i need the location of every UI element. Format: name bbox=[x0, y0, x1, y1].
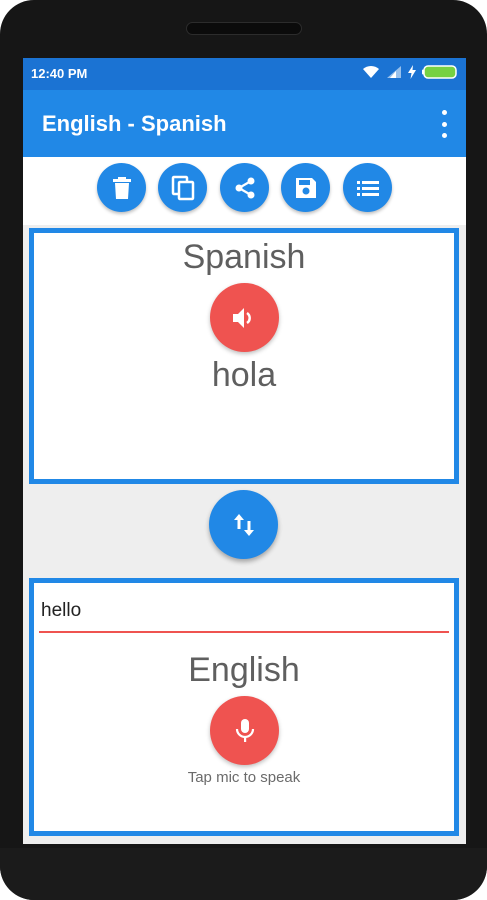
input-card: English Tap mic to speak bbox=[29, 578, 459, 836]
phone-bottom-bezel bbox=[0, 848, 487, 900]
list-icon bbox=[356, 180, 379, 196]
swap-vertical-icon bbox=[233, 513, 254, 536]
save-icon bbox=[295, 177, 316, 198]
list-button[interactable] bbox=[343, 163, 392, 212]
output-card: Spanish hola bbox=[29, 228, 459, 484]
share-button[interactable] bbox=[220, 163, 269, 212]
source-text-field bbox=[39, 593, 449, 633]
status-bar: 12:40 PM bbox=[23, 58, 466, 90]
screen: 12:40 PM English - Spanish Spanish hola … bbox=[23, 58, 466, 844]
phone-frame: 12:40 PM English - Spanish Spanish hola … bbox=[0, 0, 487, 900]
delete-icon bbox=[112, 176, 131, 199]
speak-output-button[interactable] bbox=[210, 283, 279, 352]
microphone-button[interactable] bbox=[210, 696, 279, 765]
translated-text: hola bbox=[211, 356, 277, 394]
earpiece-speaker bbox=[186, 22, 302, 35]
signal-icon bbox=[386, 65, 402, 79]
app-title: English - Spanish bbox=[42, 111, 227, 136]
output-language-label: Spanish bbox=[182, 238, 306, 276]
delete-button[interactable] bbox=[97, 163, 146, 212]
status-icons bbox=[362, 65, 458, 79]
swap-languages-button[interactable] bbox=[209, 490, 278, 559]
copy-icon bbox=[171, 175, 194, 200]
speaker-icon bbox=[232, 307, 251, 328]
charging-icon bbox=[408, 65, 416, 79]
save-button[interactable] bbox=[281, 163, 330, 212]
toolbar bbox=[23, 157, 466, 225]
share-icon bbox=[235, 177, 254, 198]
more-vert-icon[interactable] bbox=[438, 110, 450, 138]
copy-button[interactable] bbox=[158, 163, 207, 212]
microphone-icon bbox=[235, 718, 254, 742]
mic-hint-text: Tap mic to speak bbox=[187, 769, 301, 786]
battery-icon bbox=[422, 65, 458, 79]
status-time: 12:40 PM bbox=[31, 66, 88, 81]
wifi-icon bbox=[362, 65, 380, 79]
input-language-label: English bbox=[188, 651, 300, 689]
source-text-input[interactable] bbox=[39, 593, 449, 629]
app-bar: English - Spanish bbox=[23, 90, 466, 157]
